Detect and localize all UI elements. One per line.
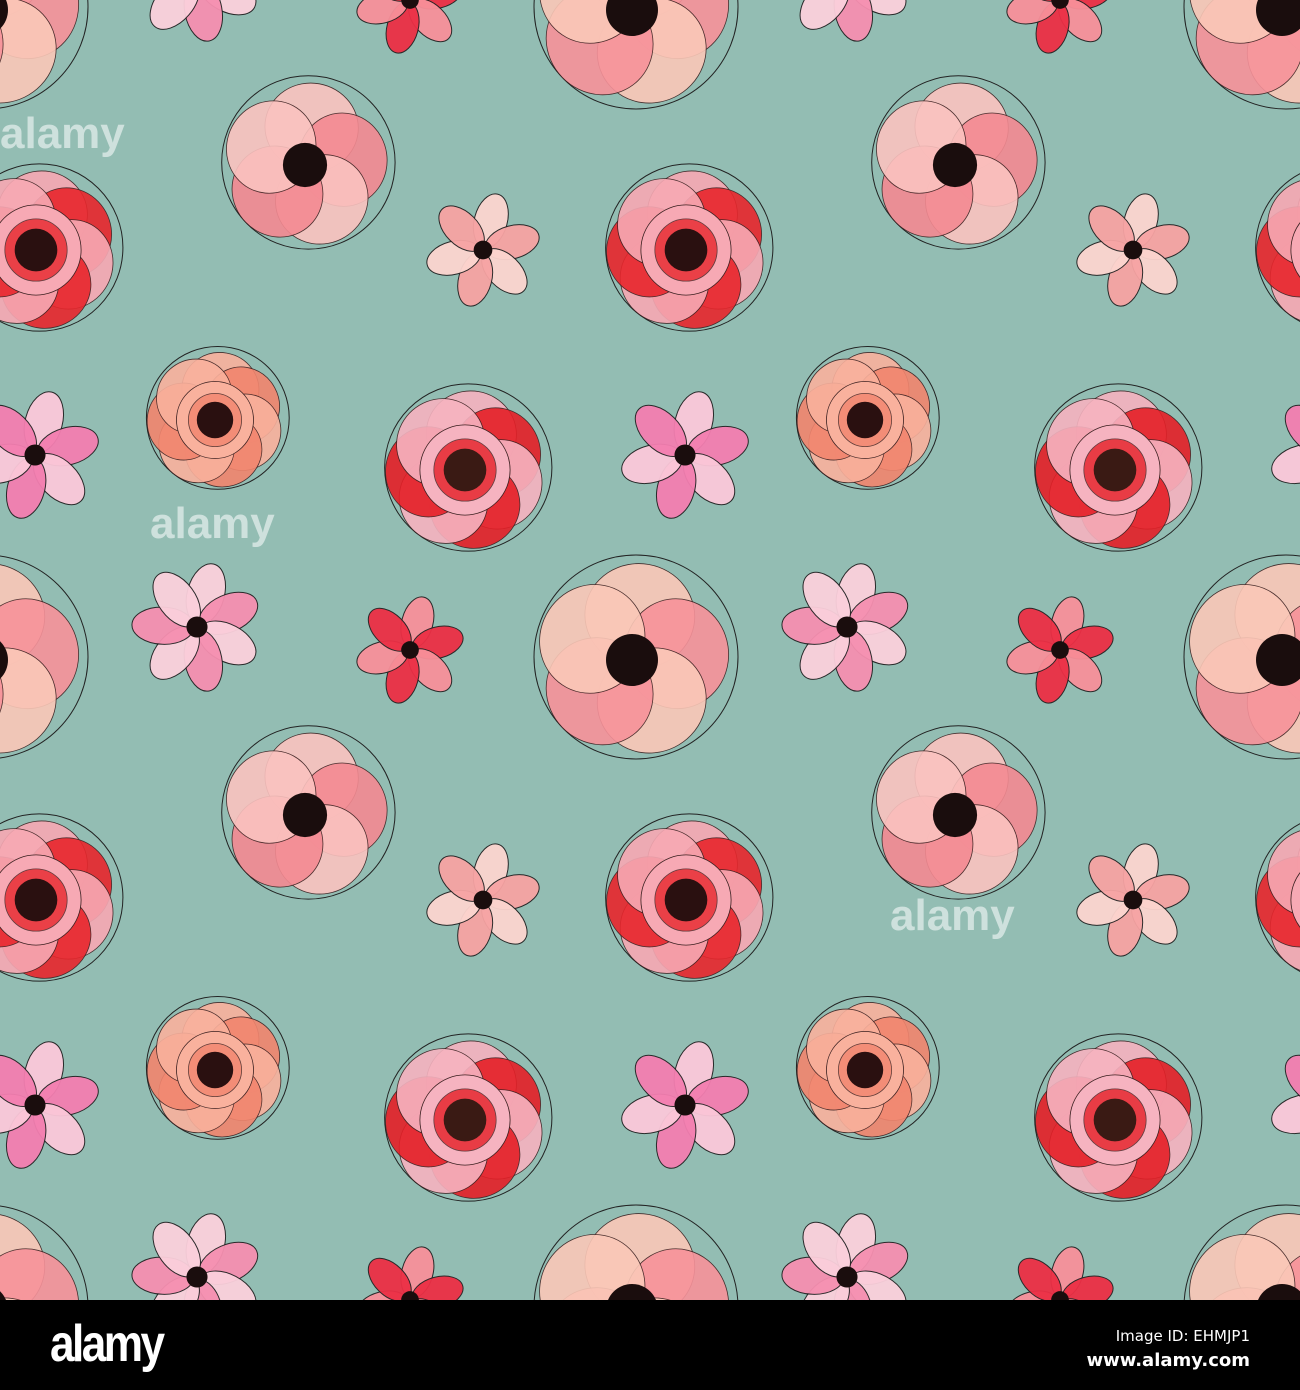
flower-center: [674, 1094, 696, 1116]
flower-center: [196, 1051, 234, 1089]
flower-center: [1093, 1098, 1137, 1142]
flower-center: [443, 1098, 487, 1142]
flower-center: [846, 1051, 884, 1089]
watermark-text: alamy: [0, 109, 125, 158]
flower-center: [282, 142, 328, 188]
watermark-text: alamy: [150, 499, 275, 548]
flower-center: [1123, 890, 1143, 910]
flower-center: [186, 616, 208, 638]
flower-center: [606, 634, 658, 686]
flower-center: [932, 142, 978, 188]
flower-center: [1093, 448, 1137, 492]
flower-center: [664, 878, 708, 922]
flower-center: [186, 1266, 208, 1288]
alamy-logo: alamy: [50, 1315, 165, 1373]
flower-center: [443, 448, 487, 492]
flower-center: [674, 444, 696, 466]
floral-pattern-image: alamy alamy alamy alamy Image ID: EHMJP1…: [0, 0, 1300, 1390]
flower-center: [401, 641, 419, 659]
image-id: Image ID: EHMJP1: [1115, 1327, 1250, 1345]
flower-center: [1123, 240, 1143, 260]
flower-center: [14, 228, 58, 272]
flower-center: [282, 792, 328, 838]
flower-center: [473, 240, 493, 260]
flower-center: [24, 1094, 46, 1116]
flower-center: [664, 228, 708, 272]
floral-pattern-canvas: alamy alamy alamy: [0, 0, 1300, 1300]
flower-center: [932, 792, 978, 838]
flower-center: [846, 401, 884, 439]
flower-center: [14, 878, 58, 922]
site-url: www.alamy.com: [1086, 1350, 1250, 1371]
watermark-text: alamy: [890, 891, 1015, 940]
flower-center: [1051, 641, 1069, 659]
flower-center: [836, 616, 858, 638]
flower-center: [836, 1266, 858, 1288]
footer-bar: alamy Image ID: EHMJP1 www.alamy.com: [0, 1300, 1300, 1390]
flower-center: [473, 890, 493, 910]
flower-center: [196, 401, 234, 439]
flower-center: [24, 444, 46, 466]
